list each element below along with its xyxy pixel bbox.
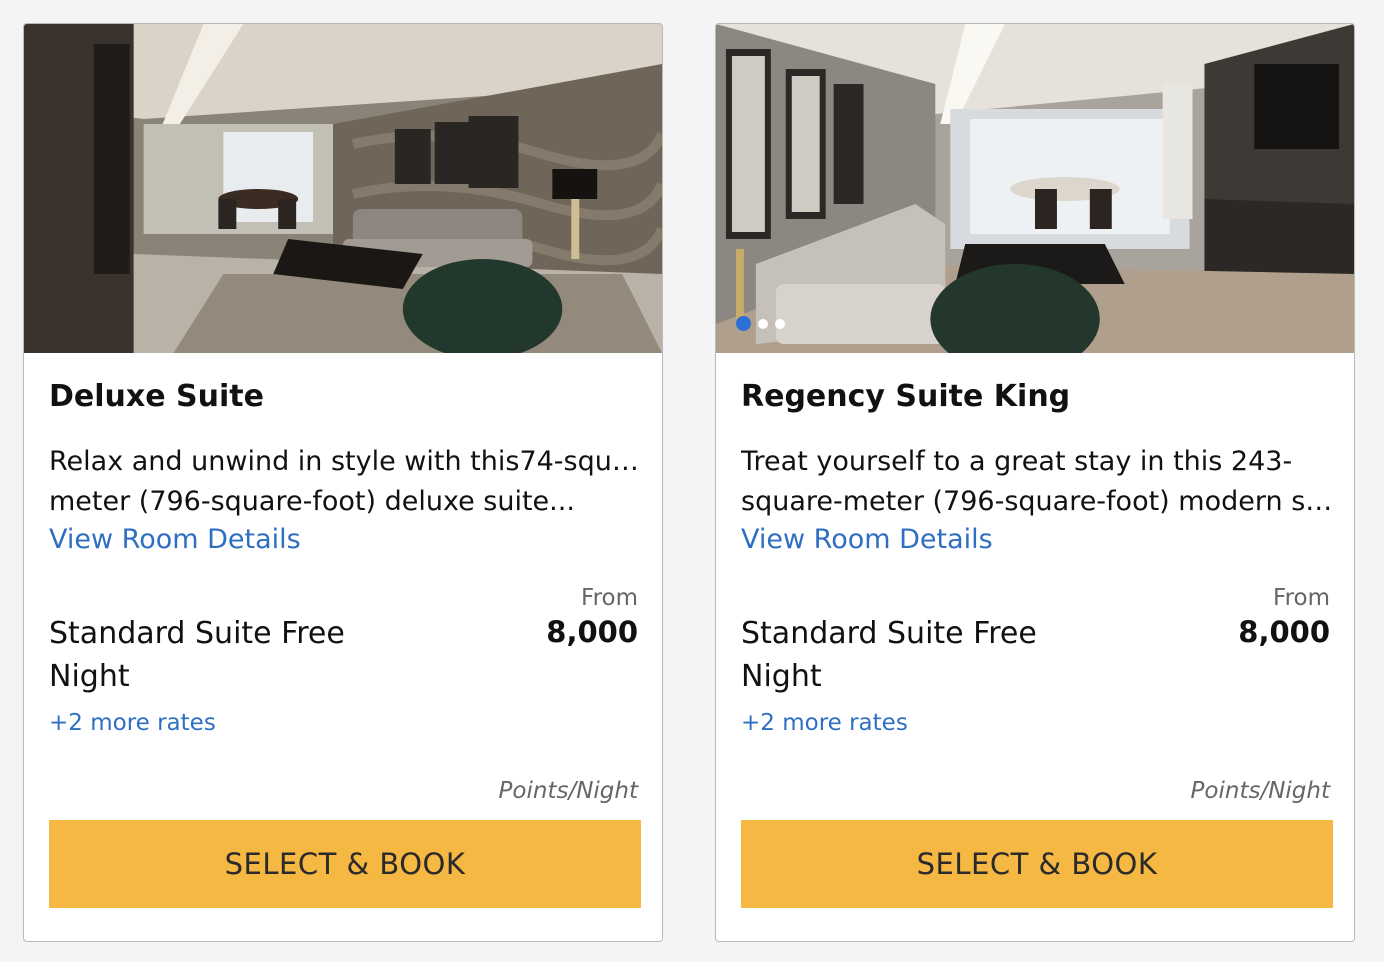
view-room-details-link[interactable]: View Room Details [741, 524, 993, 555]
price-from-label: From [1273, 585, 1330, 611]
room-description-line-1: Relax and unwind in style with this74-sq… [49, 446, 644, 477]
price-unit: Points/Night [498, 778, 638, 804]
room-description: Relax and unwind in style with this74-sq… [49, 442, 644, 522]
room-card-deluxe-suite: Deluxe Suite Relax and unwind in style w… [23, 23, 663, 942]
more-rates-link[interactable]: +2 more rates [741, 710, 908, 736]
carousel-dot-3[interactable] [775, 318, 785, 329]
room-title: Deluxe Suite [49, 379, 264, 414]
price-unit: Points/Night [1190, 778, 1330, 804]
room-photo-carousel[interactable] [716, 24, 1354, 353]
room-description-line-1: Treat yourself to a great stay in this 2… [741, 446, 1293, 477]
select-and-book-button[interactable]: SELECT & BOOK [49, 820, 641, 908]
room-description: Treat yourself to a great stay in this 2… [741, 442, 1336, 522]
select-and-book-button[interactable]: SELECT & BOOK [741, 820, 1333, 908]
room-title: Regency Suite King [741, 379, 1071, 414]
carousel-dots [736, 316, 785, 331]
rate-name: Standard Suite Free Night [49, 616, 345, 694]
room-description-line-2: meter (796-square-foot) deluxe suite... [49, 486, 575, 517]
view-room-details-link[interactable]: View Room Details [49, 524, 301, 555]
price-value: 8,000 [1238, 615, 1330, 649]
more-rates-link[interactable]: +2 more rates [49, 710, 216, 736]
carousel-dot-2[interactable] [758, 318, 768, 329]
room-photo-image [24, 24, 662, 353]
room-photo-image [716, 24, 1354, 353]
price-value: 8,000 [546, 615, 638, 649]
carousel-dot-1[interactable] [736, 316, 751, 331]
room-description-line-2: square-meter (796-square-foot) modern st… [741, 486, 1336, 517]
rate-name: Standard Suite Free Night [741, 616, 1037, 694]
room-photo[interactable] [24, 24, 662, 353]
room-card-regency-suite-king: Regency Suite King Treat yourself to a g… [715, 23, 1355, 942]
price-from-label: From [581, 585, 638, 611]
